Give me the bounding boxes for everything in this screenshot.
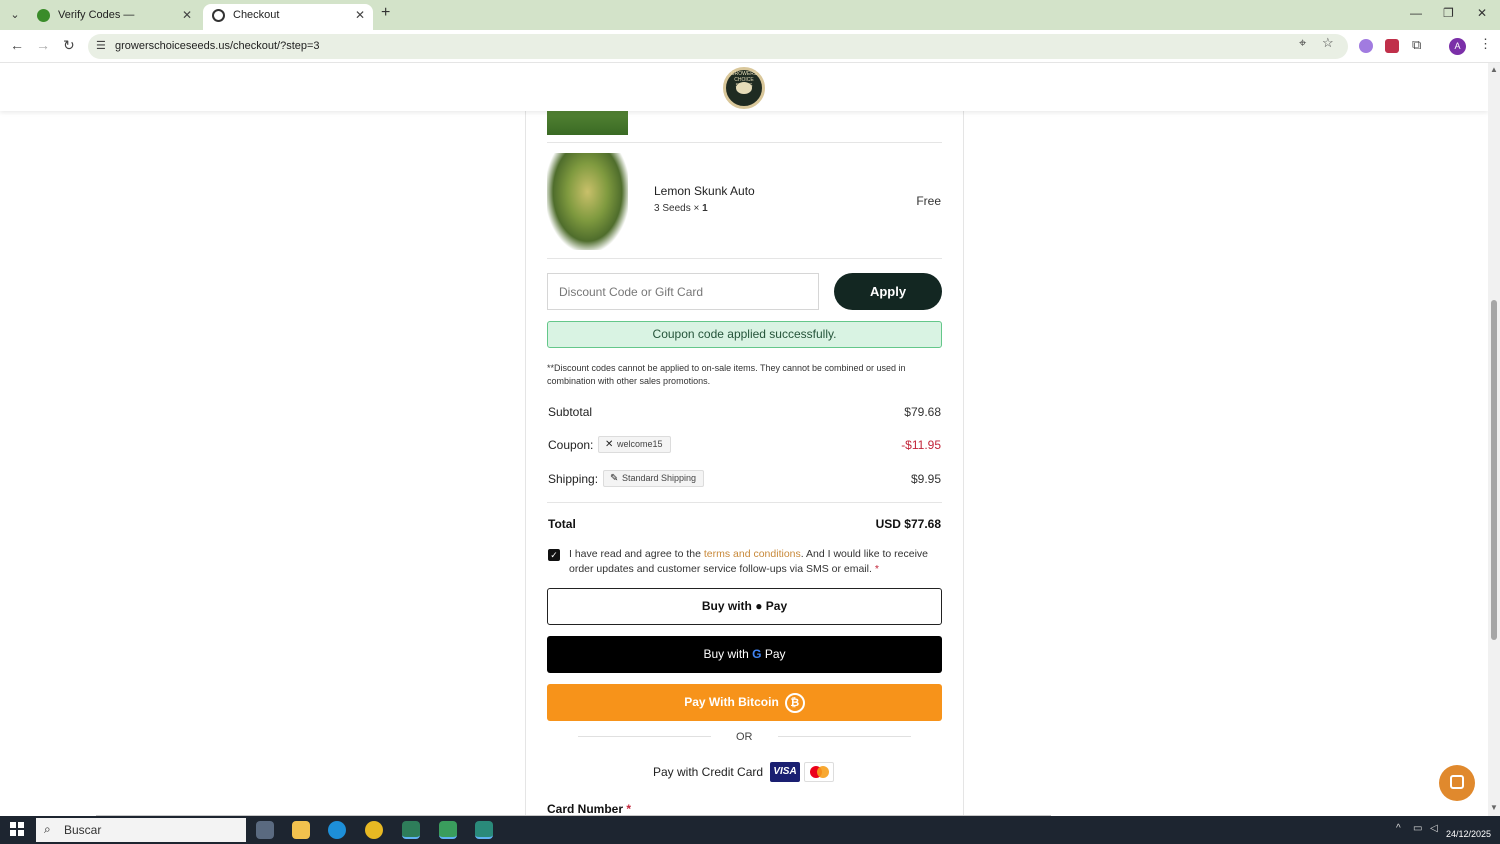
chat-launcher-button[interactable] [1439, 765, 1475, 801]
scroll-thumb[interactable] [1491, 300, 1497, 640]
scroll-up-icon[interactable]: ▲ [1490, 65, 1498, 74]
reload-icon[interactable]: ↻ [63, 37, 75, 54]
site-header: GROWERS CHOICE SEEDS [0, 63, 1488, 111]
shipping-value: $9.95 [910, 472, 941, 486]
close-icon[interactable]: ✕ [605, 437, 613, 452]
product-variant: 3 Seeds × 1 [654, 203, 708, 214]
extension-icon[interactable] [1385, 39, 1399, 53]
product-price: Free [916, 194, 941, 208]
credit-card-label: Pay with Credit Card [653, 765, 764, 779]
chrome-profile-icon[interactable] [475, 821, 493, 839]
terms-link[interactable]: terms and conditions [704, 548, 801, 560]
shipping-label: Shipping: [548, 472, 599, 486]
taskbar-date[interactable]: 24/12/2025 [1446, 829, 1491, 839]
plus-icon[interactable]: + [381, 4, 390, 22]
product-name: Lemon Skunk Auto [654, 184, 755, 198]
divider [578, 736, 711, 737]
agree-checkbox[interactable]: ✓ [548, 549, 560, 561]
checkout-page: GROWERS CHOICE SEEDS Lemon Skunk Auto 3 … [0, 63, 1488, 826]
search-placeholder: Buscar [64, 823, 102, 837]
product-quantity: 1 [702, 203, 708, 214]
avatar[interactable]: A [1449, 38, 1466, 55]
discount-code-input[interactable]: Discount Code or Gift Card [547, 273, 819, 310]
coupon-code: welcome15 [617, 439, 663, 449]
chevron-up-icon[interactable]: ^ [1396, 823, 1401, 834]
simplycodes-favicon-icon [37, 9, 50, 22]
page-scrollbar[interactable]: ▲ ▼ [1488, 63, 1500, 826]
windows-start-icon[interactable] [10, 822, 24, 836]
file-explorer-icon[interactable] [292, 821, 310, 839]
window-close-icon[interactable]: ✕ [1477, 6, 1487, 20]
discount-disclaimer: **Discount codes cannot be applied to on… [547, 363, 906, 386]
chrome-icon[interactable] [365, 821, 383, 839]
forward-arrow-icon[interactable]: → [36, 37, 50, 53]
volume-icon[interactable]: ◁ [1430, 823, 1438, 834]
mastercard-icon [804, 762, 834, 782]
apply-button[interactable]: Apply [834, 273, 942, 310]
chrome-profile-icon[interactable] [439, 821, 457, 839]
tune-icon[interactable]: ☰ [96, 39, 106, 52]
tab-title: Checkout [233, 9, 280, 21]
coupon-success-message: Coupon code applied successfully. [547, 321, 942, 348]
taskbar-search[interactable]: ⌕ Buscar [36, 818, 246, 842]
extension-icon[interactable] [1359, 39, 1373, 53]
coupon-label: Coupon: [548, 438, 594, 452]
tab-checkout[interactable]: Checkout ✕ [203, 4, 373, 30]
order-summary-column: Lemon Skunk Auto 3 Seeds × 1 Free Discou… [525, 101, 964, 826]
task-view-icon[interactable] [256, 821, 274, 839]
card-number-label: Card Number * [547, 802, 632, 816]
divider [547, 502, 942, 503]
taskbar: ⌕ Buscar ^ ▭ ◁ 24/12/2025 [0, 816, 1500, 844]
growers-choice-logo[interactable]: GROWERS CHOICE SEEDS [723, 67, 765, 109]
subtotal-label: Subtotal [548, 405, 593, 419]
chrome-profile-icon[interactable] [402, 821, 420, 839]
url-text[interactable]: growerschoiceseeds.us/checkout/?step=3 [115, 40, 320, 52]
subtotal-value: $79.68 [904, 405, 941, 419]
back-arrow-icon[interactable]: ← [10, 37, 24, 53]
kebab-menu-icon[interactable]: ⋮ [1479, 36, 1492, 52]
address-bar[interactable]: ☰ growerschoiceseeds.us/checkout/?step=3 [88, 34, 1348, 59]
edit-icon[interactable]: ✎ [610, 471, 618, 486]
seed-icon [736, 82, 752, 94]
agree-text: I have read and agree to the terms and c… [569, 548, 928, 575]
coupon-discount-value: -$11.95 [901, 438, 941, 452]
google-pay-button[interactable]: Buy with G Pay [547, 636, 942, 673]
tab-verify-codes[interactable]: Verify Codes — SimplyCodes ✕ [28, 4, 200, 43]
browser-toolbar: ← → ↻ ☰ growerschoiceseeds.us/checkout/?… [0, 30, 1500, 63]
network-icon[interactable]: ▭ [1413, 823, 1422, 834]
chat-icon [1450, 775, 1464, 789]
google-g-icon: G [752, 647, 762, 661]
restore-icon[interactable]: ❐ [1443, 6, 1454, 20]
visa-icon: VISA [770, 762, 800, 782]
divider [547, 258, 942, 259]
browser-tab-bar: ⌄ Verify Codes — SimplyCodes ✕ Checkout … [0, 0, 1500, 43]
bitcoin-icon: ₿ [784, 692, 805, 713]
edge-icon[interactable] [328, 821, 346, 839]
close-icon[interactable]: ✕ [355, 4, 365, 26]
scroll-down-icon[interactable]: ▼ [1490, 803, 1498, 812]
search-icon: ⌕ [44, 822, 51, 836]
puzzle-icon[interactable]: ⧉ [1412, 37, 1421, 53]
location-pin-icon[interactable]: ⌖ [1299, 35, 1306, 51]
divider [778, 736, 911, 737]
total-value: USD $77.68 [875, 517, 941, 531]
shipping-method: Standard Shipping [622, 473, 697, 483]
growers-choice-favicon-icon [212, 9, 225, 22]
coupon-chip[interactable]: ✕ welcome15 [598, 436, 671, 453]
or-separator: OR [736, 731, 753, 743]
star-icon[interactable]: ☆ [1322, 35, 1334, 51]
total-label: Total [548, 517, 576, 531]
chevron-down-icon[interactable]: ⌄ [6, 6, 24, 24]
apple-pay-button[interactable]: Buy with ● Pay [547, 588, 942, 625]
shipping-method-chip[interactable]: ✎ Standard Shipping [603, 470, 705, 487]
bitcoin-pay-button[interactable]: Pay With Bitcoin ₿ [547, 684, 942, 721]
required-mark: * [874, 563, 879, 575]
close-icon[interactable]: ✕ [182, 4, 192, 26]
minimize-icon[interactable]: — [1410, 6, 1422, 20]
divider [547, 142, 942, 143]
product-image [547, 153, 628, 250]
